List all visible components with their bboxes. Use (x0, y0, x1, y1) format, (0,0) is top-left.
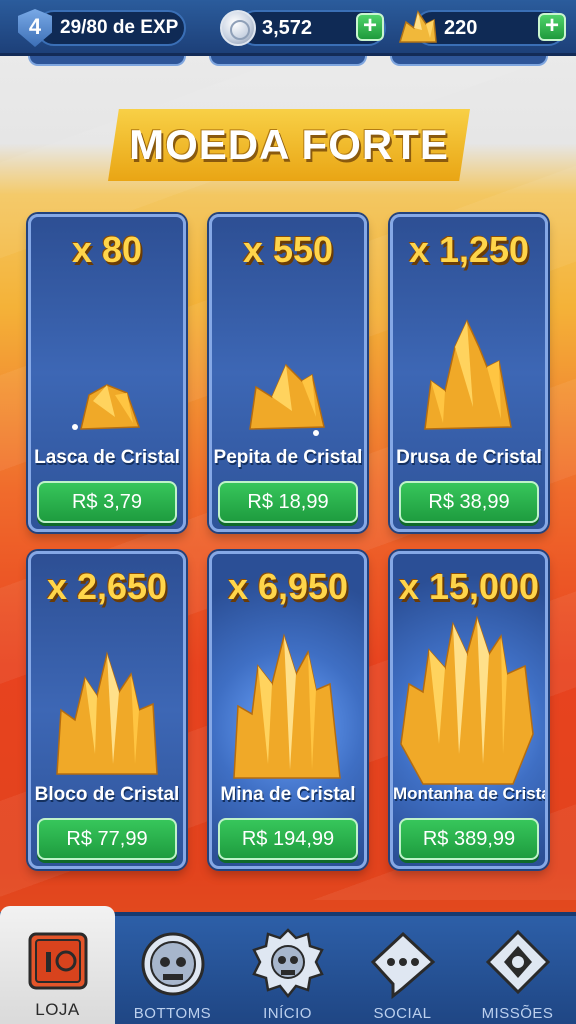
nav-tab-social[interactable]: SOCIAL (345, 916, 460, 1024)
crystal-druse-icon (424, 319, 512, 430)
product-card[interactable]: x 6,950 Mina de Cristal R$ 194,99 (209, 551, 367, 869)
robot-head-icon (141, 932, 205, 996)
plus-icon: + (544, 12, 559, 39)
shop-crate-icon (28, 932, 88, 990)
gold-crystal-icon (398, 10, 437, 43)
price-label: R$ 38,99 (428, 491, 510, 513)
previous-card-edge (209, 56, 367, 66)
add-gold-button[interactable]: + (538, 13, 566, 41)
crystal-mine-icon (233, 633, 341, 779)
price-label: R$ 3,79 (71, 491, 143, 513)
price-label: R$ 389,99 (422, 828, 516, 850)
product-card[interactable]: x 80 Lasca de Cristal R$ 3,79 (28, 214, 186, 532)
buy-button[interactable]: R$ 77,99 (37, 818, 177, 860)
crystal-shard-icon (72, 384, 141, 430)
nav-tab-home[interactable]: INÍCIO (230, 916, 345, 1024)
coin-balance: 3,572 (262, 16, 313, 39)
section-title-banner: MOEDA FORTE (108, 109, 470, 181)
price-label: R$ 194,99 (241, 828, 335, 850)
nav-label: INÍCIO (263, 1005, 312, 1022)
product-card[interactable]: x 2,650 Bloco de Cristal R$ 77,99 (28, 551, 186, 869)
product-quantity: x 550 (242, 229, 334, 270)
product-name: Bloco de Cristal (34, 784, 180, 805)
skull-gear-icon (252, 928, 324, 999)
exp-pill: 29/80 de EXP (36, 10, 186, 46)
product-name: Lasca de Cristal (34, 447, 180, 468)
previous-card-edge (390, 56, 548, 66)
product-quantity: x 15,000 (398, 566, 540, 607)
buy-button[interactable]: R$ 38,99 (399, 481, 539, 523)
silver-coin-icon (220, 10, 256, 46)
product-card[interactable]: x 15,000 Montanha de Cristal R$ 389,99 (390, 551, 548, 869)
crystal-mountain-icon (400, 615, 534, 785)
level-number: 4 (28, 14, 42, 39)
product-name: Mina de Cristal (220, 784, 356, 805)
buy-button[interactable]: R$ 389,99 (399, 818, 539, 860)
top-status-bar: 4 29/80 de EXP 3,572 + 220 + (0, 0, 576, 56)
nav-tab-missions[interactable]: MISSÕES (460, 916, 575, 1024)
nav-label: MISSÕES (481, 1005, 554, 1022)
product-quantity: x 1,250 (408, 229, 530, 270)
crystal-block-icon (56, 651, 158, 775)
price-label: R$ 77,99 (66, 828, 148, 850)
product-quantity: x 6,950 (227, 566, 349, 607)
product-name: Pepita de Cristal (213, 447, 363, 468)
product-card[interactable]: x 550 Pepita de Cristal R$ 18,99 (209, 214, 367, 532)
nav-tab-shop[interactable]: LOJA (0, 906, 115, 1024)
nav-label: LOJA (35, 1000, 80, 1019)
product-name: Drusa de Cristal (396, 447, 542, 468)
buy-button[interactable]: R$ 194,99 (218, 818, 358, 860)
section-title: MOEDA FORTE (129, 121, 449, 168)
exp-text: 29/80 de EXP (60, 17, 179, 38)
product-quantity: x 80 (71, 229, 143, 270)
previous-card-edge (28, 56, 186, 66)
price-label: R$ 18,99 (247, 491, 329, 513)
nav-label: SOCIAL (373, 1005, 432, 1022)
chat-bubble-icon (370, 931, 436, 1000)
buy-button[interactable]: R$ 18,99 (218, 481, 358, 523)
buy-button[interactable]: R$ 3,79 (37, 481, 177, 523)
gold-balance: 220 (444, 16, 478, 39)
nav-label: BOTTOMS (133, 1005, 212, 1022)
plus-icon: + (362, 12, 377, 39)
product-card[interactable]: x 1,250 Drusa de Cristal R$ 38,99 (390, 214, 548, 532)
add-coins-button[interactable]: + (356, 13, 384, 41)
bottom-navigation: LOJA BOTTOMS INÍCIO SOCIAL MISSÕES (0, 906, 576, 1024)
crystal-nugget-icon (249, 363, 325, 436)
product-quantity: x 2,650 (46, 566, 168, 607)
mission-emblem-icon (485, 929, 551, 995)
nav-tab-bottoms[interactable]: BOTTOMS (115, 916, 230, 1024)
product-name: Montanha de Cristal (393, 784, 548, 803)
